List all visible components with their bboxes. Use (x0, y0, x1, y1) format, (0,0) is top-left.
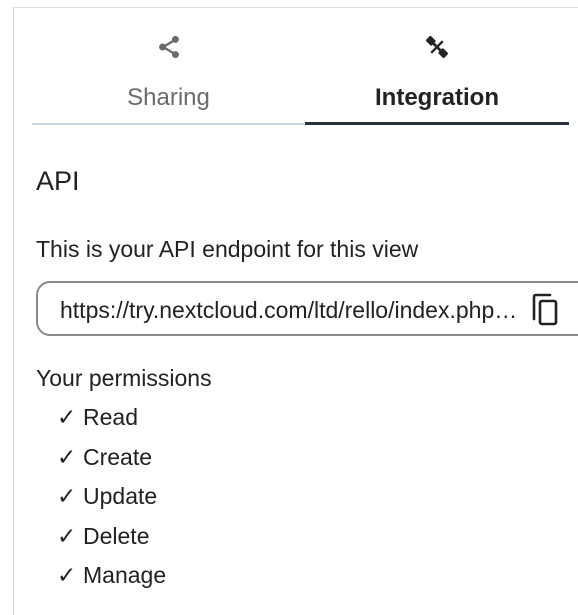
plug-icon (425, 35, 449, 59)
share-icon (158, 35, 179, 59)
permissions-title: Your permissions (36, 365, 212, 391)
permissions-list: ✓ Read ✓ Create ✓ Update ✓ Delete ✓ Manage (57, 402, 166, 600)
permission-label: Delete (83, 522, 150, 549)
permission-item-update: ✓ Update (57, 481, 166, 521)
tab-bar: Sharing Integration (32, 8, 569, 125)
permission-label: Create (83, 443, 153, 470)
check-icon: ✓ (57, 483, 77, 509)
tab-integration-label: Integration (375, 84, 499, 111)
copy-button[interactable] (530, 293, 560, 326)
permission-label: Manage (83, 562, 167, 588)
tab-sharing[interactable]: Sharing (32, 8, 305, 125)
permission-label: Read (83, 404, 138, 430)
panel-left-border (13, 7, 14, 615)
tab-integration-underline (305, 122, 569, 125)
check-icon: ✓ (57, 562, 77, 588)
api-endpoint-field[interactable]: https://try.nextcloud.com/ltd/rello/inde… (36, 281, 578, 336)
api-endpoint-description: This is your API endpoint for this view (36, 236, 419, 262)
tab-sharing-label: Sharing (127, 84, 210, 111)
permission-item-delete: ✓ Delete (57, 521, 166, 561)
permission-label: Update (83, 483, 158, 509)
check-icon: ✓ (57, 443, 77, 470)
tab-integration[interactable]: Integration (305, 8, 569, 125)
api-endpoint-url[interactable]: https://try.nextcloud.com/ltd/rello/inde… (60, 295, 522, 325)
check-icon: ✓ (57, 404, 77, 430)
api-section-title: API (36, 166, 80, 196)
permission-item-manage: ✓ Manage (57, 560, 166, 600)
permission-item-create: ✓ Create (57, 442, 166, 482)
check-icon: ✓ (57, 522, 77, 549)
permission-item-read: ✓ Read (57, 402, 166, 442)
copy-icon (532, 293, 558, 326)
tab-sharing-underline (32, 123, 305, 125)
